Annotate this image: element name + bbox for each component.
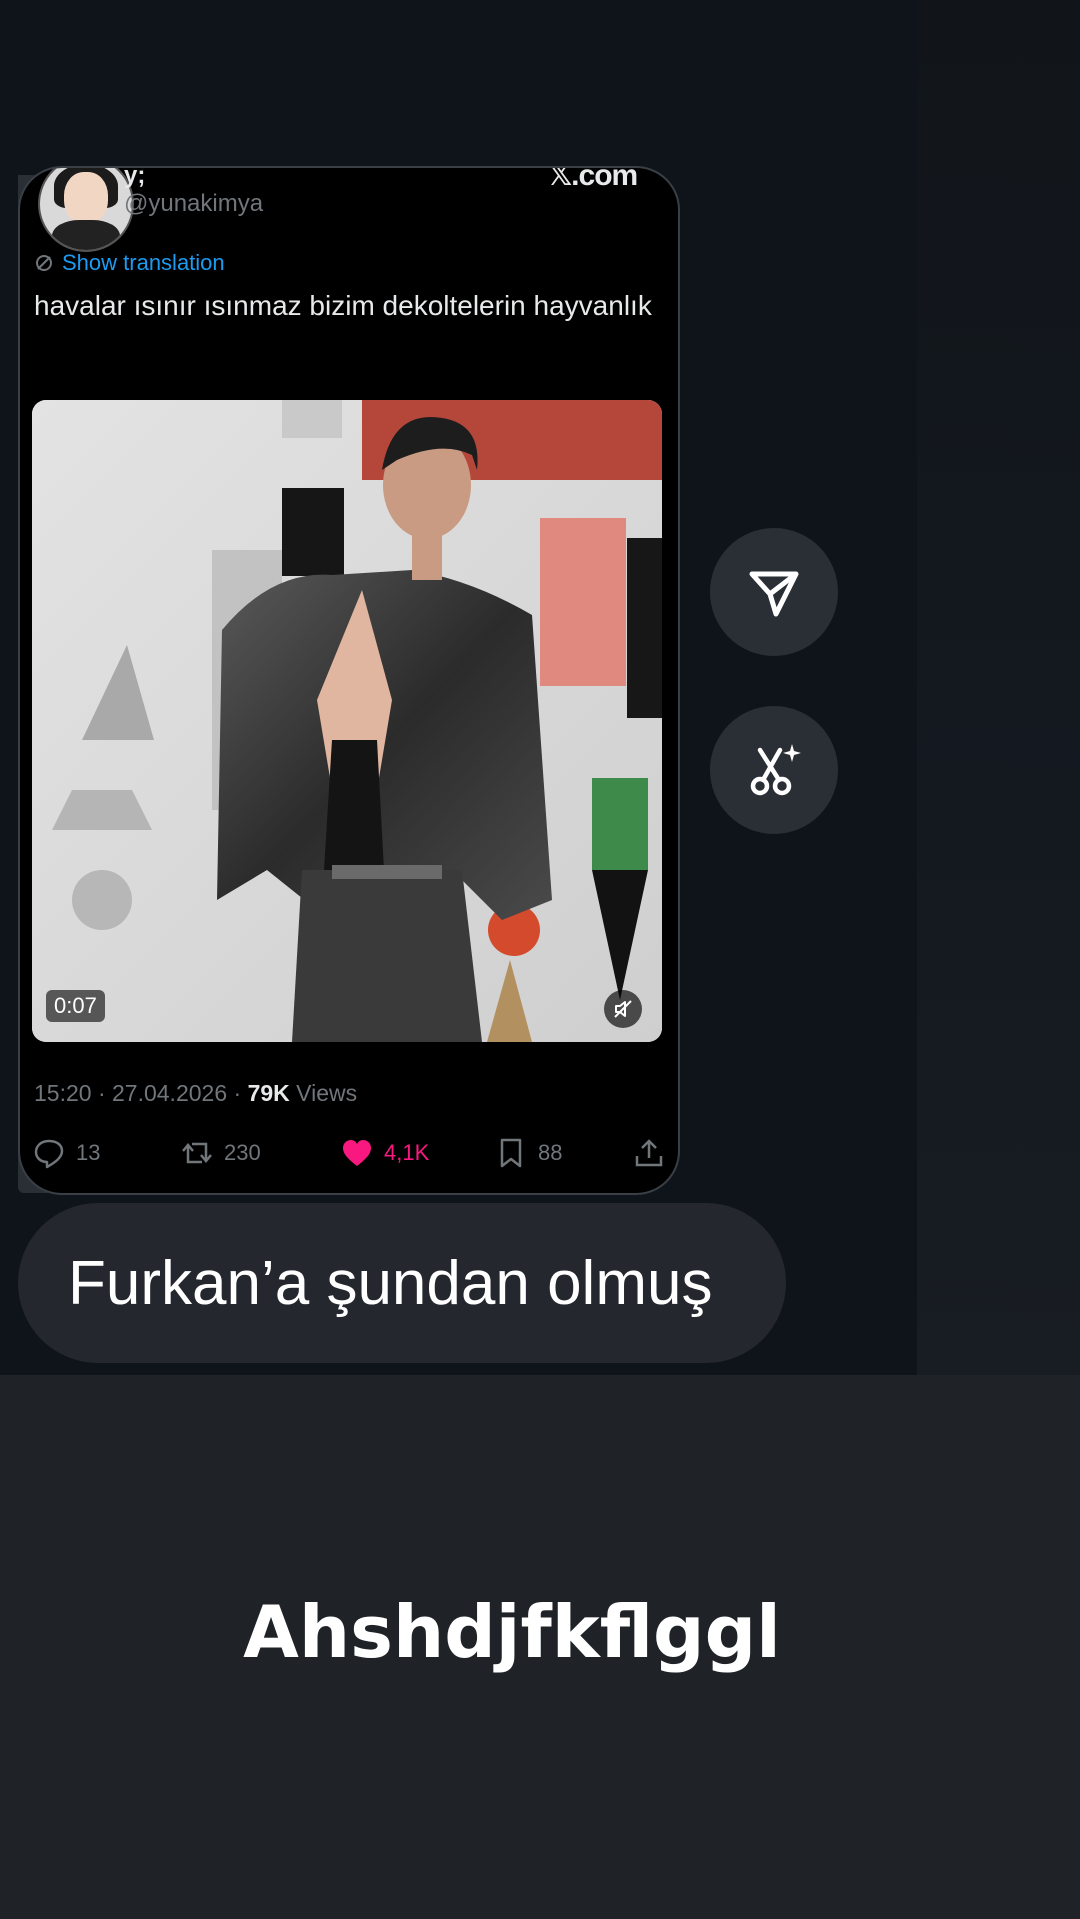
- user-handle[interactable]: @yunakimya: [124, 190, 263, 218]
- views-label: Views: [289, 1080, 358, 1106]
- mute-button[interactable]: [604, 990, 642, 1028]
- retweet-count: 230: [224, 1140, 261, 1165]
- reply-button[interactable]: 13: [32, 1136, 100, 1170]
- tweet-video[interactable]: 0:07: [32, 400, 662, 1042]
- tweet-actions: 13 230 4,1K 88: [32, 1136, 672, 1172]
- reply-count: 13: [76, 1140, 101, 1165]
- comment-icon: [34, 1139, 64, 1169]
- shared-tweet-card[interactable]: y; @yunakimya 𝕏.com Show translation hav…: [18, 166, 680, 1195]
- bookmark-button[interactable]: 88: [494, 1136, 562, 1170]
- chat-screenshot: y; @yunakimya 𝕏.com Show translation hav…: [0, 0, 917, 1375]
- chat-message-bubble[interactable]: Furkan’a şundan olmuş: [18, 1203, 786, 1363]
- ai-scissors-icon: [750, 744, 801, 796]
- show-translation-link[interactable]: Show translation: [34, 250, 225, 276]
- tweet-timestamp: 15:20 · 27.04.2026 ·: [34, 1080, 248, 1106]
- views-count: 79K: [247, 1080, 290, 1106]
- translate-icon: [36, 255, 52, 271]
- story-caption: Ahshdjfkflggl: [243, 1590, 781, 1674]
- retweet-icon: [182, 1142, 212, 1164]
- x-logo-icon: 𝕏.com: [548, 166, 638, 192]
- video-duration: 0:07: [46, 990, 105, 1022]
- share-upload-icon: [635, 1139, 663, 1167]
- send-button[interactable]: [710, 528, 838, 656]
- share-tweet-button[interactable]: [632, 1136, 666, 1170]
- like-button[interactable]: 4,1K: [340, 1136, 429, 1170]
- avatar[interactable]: [38, 168, 134, 252]
- like-count: 4,1K: [384, 1140, 430, 1165]
- send-icon: [749, 571, 799, 617]
- retweet-button[interactable]: 230: [180, 1136, 261, 1170]
- speaker-muted-icon: [614, 1000, 632, 1018]
- tweet-text: havalar ısınır ısınmaz bizim dekolteleri…: [34, 290, 652, 321]
- tweet-meta: 15:20 · 27.04.2026 · 79K Views: [34, 1080, 357, 1107]
- show-translation-label: Show translation: [62, 250, 225, 275]
- bookmark-icon: [500, 1138, 522, 1168]
- video-frame: [32, 400, 662, 1042]
- bookmark-count: 88: [538, 1140, 563, 1165]
- heart-icon: [343, 1140, 371, 1166]
- ai-clip-button[interactable]: [710, 706, 838, 834]
- display-name[interactable]: y;: [124, 168, 145, 190]
